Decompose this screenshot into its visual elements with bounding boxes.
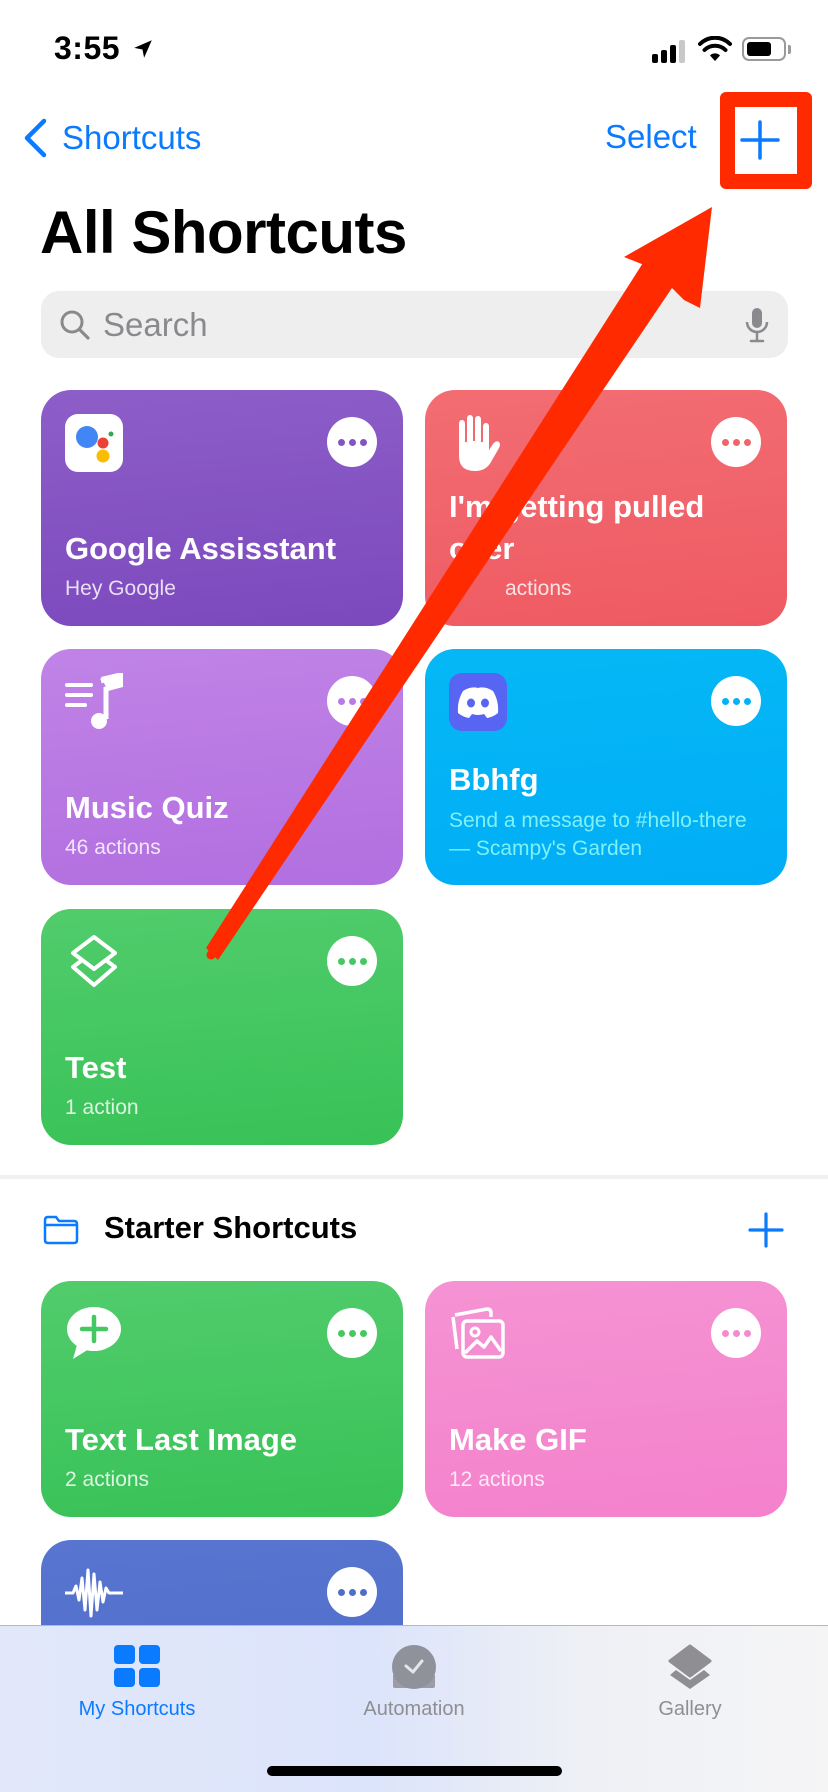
back-button[interactable]: Shortcuts xyxy=(22,118,201,158)
more-button[interactable] xyxy=(327,1567,377,1617)
shortcut-title: I'm getting pulled over xyxy=(449,489,705,566)
shortcut-title: Music Quiz xyxy=(65,790,229,825)
shortcut-subtitle: 1 action xyxy=(65,1096,139,1119)
shortcut-title: Bbhfg xyxy=(449,762,539,797)
shortcut-subtitle: 2 actions xyxy=(65,1468,150,1491)
gallery-layers-icon xyxy=(668,1644,712,1689)
shortcut-card-pulled-over[interactable]: I'm getting pulled over actions xyxy=(425,390,787,626)
select-button[interactable]: Select xyxy=(605,118,697,156)
shortcut-card-bbhfg[interactable]: Bbhfg Send a message to #hello-there — S… xyxy=(425,649,787,885)
more-button[interactable] xyxy=(327,1308,377,1358)
shortcuts-layers-icon xyxy=(71,935,117,987)
tab-my-shortcuts[interactable]: My Shortcuts xyxy=(27,1644,247,1721)
more-button[interactable] xyxy=(711,417,761,467)
back-button-label: Shortcuts xyxy=(62,119,202,156)
tab-automation[interactable]: Automation xyxy=(304,1644,524,1721)
photos-icon xyxy=(451,1307,505,1359)
shortcut-title: Make GIF xyxy=(449,1422,587,1457)
add-to-folder-button[interactable] xyxy=(748,1212,784,1248)
search-input[interactable] xyxy=(103,305,744,344)
microphone-icon[interactable] xyxy=(744,307,770,343)
more-button[interactable] xyxy=(711,676,761,726)
tab-label: My Shortcuts xyxy=(78,1698,196,1720)
more-button[interactable] xyxy=(327,417,377,467)
tab-label: Automation xyxy=(363,1698,465,1720)
google-assistant-icon xyxy=(65,414,123,472)
add-shortcut-button[interactable] xyxy=(740,120,780,160)
section-divider xyxy=(0,1175,828,1179)
status-time: 3:55 xyxy=(54,30,121,66)
more-button[interactable] xyxy=(327,936,377,986)
wifi-icon xyxy=(698,36,732,61)
folder-icon xyxy=(43,1215,79,1245)
shortcut-subtitle: Send a message to #hello-there — Scampy'… xyxy=(449,809,747,860)
section-title: Starter Shortcuts xyxy=(104,1210,358,1245)
battery-icon xyxy=(742,37,786,61)
location-arrow-icon xyxy=(134,40,152,58)
shortcut-card-music-quiz[interactable]: Music Quiz 46 actions xyxy=(41,649,403,885)
home-indicator xyxy=(267,1766,562,1776)
message-plus-icon xyxy=(67,1307,121,1359)
chevron-left-icon xyxy=(24,118,47,158)
tab-label: Gallery xyxy=(658,1698,722,1720)
annotation-arrow xyxy=(206,207,712,960)
waveform-icon xyxy=(65,1568,123,1618)
shortcut-subtitle: actions xyxy=(505,577,572,600)
clock-check-icon xyxy=(392,1645,436,1689)
shortcut-subtitle: 12 actions xyxy=(449,1468,545,1491)
page-title: All Shortcuts xyxy=(40,199,407,266)
shortcut-title: Google Assisstant xyxy=(65,531,337,566)
shortcut-title: Text Last Image xyxy=(65,1422,298,1457)
shortcut-subtitle: 46 actions xyxy=(65,836,161,859)
search-bar[interactable] xyxy=(41,291,788,358)
more-button[interactable] xyxy=(327,676,377,726)
shortcut-card-text-last-image[interactable]: Text Last Image 2 actions xyxy=(41,1281,403,1517)
tab-gallery[interactable]: Gallery xyxy=(580,1644,800,1721)
discord-icon xyxy=(449,673,507,731)
shortcut-card-make-gif[interactable]: Make GIF 12 actions xyxy=(425,1281,787,1517)
shortcut-card-google-assistant[interactable]: Google Assisstant Hey Google xyxy=(41,390,403,626)
shortcut-title: Test xyxy=(65,1050,127,1085)
battery-cap xyxy=(788,45,791,54)
raised-hand-icon xyxy=(459,415,500,471)
grid-icon xyxy=(114,1645,160,1687)
music-list-icon xyxy=(65,673,123,729)
shortcut-card-test[interactable]: Test 1 action xyxy=(41,909,403,1145)
more-button[interactable] xyxy=(711,1308,761,1358)
signal-icon xyxy=(652,40,685,63)
search-icon xyxy=(60,310,90,340)
shortcut-subtitle: Hey Google xyxy=(65,577,176,600)
